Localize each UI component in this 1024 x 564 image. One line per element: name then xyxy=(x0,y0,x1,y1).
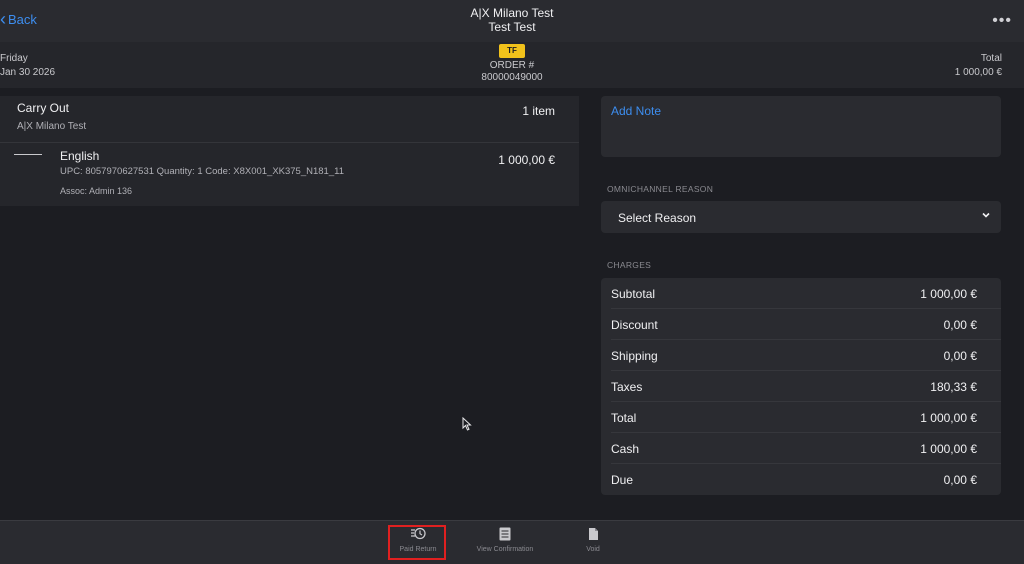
charge-row-total: Total 1 000,00 € xyxy=(601,402,1001,433)
charge-row-due: Due 0,00 € xyxy=(601,464,1001,495)
charge-row-shipping: Shipping 0,00 € xyxy=(601,340,1001,371)
charge-label: Total xyxy=(611,411,637,425)
order-type-badge: TF xyxy=(499,44,525,58)
charge-label: Taxes xyxy=(611,380,643,394)
view-confirmation-label: View Confirmation xyxy=(476,546,534,553)
order-total: Total 1 000,00 € xyxy=(955,52,1002,80)
charge-value: 1 000,00 € xyxy=(920,287,977,301)
order-total-value: 1 000,00 € xyxy=(954,67,1002,78)
note-box[interactable]: Add Note xyxy=(601,96,1001,157)
divider xyxy=(0,142,579,143)
reason-select[interactable]: Select Reason xyxy=(601,201,1001,233)
charge-label: Cash xyxy=(611,442,640,456)
order-date: Friday Jan 30 2026 xyxy=(0,52,55,80)
order-day: Friday xyxy=(0,53,28,64)
order-number: 80000049000 xyxy=(481,72,543,83)
back-label: Back xyxy=(8,11,37,27)
order-number-block: TF ORDER # 80000049000 xyxy=(412,44,612,84)
order-label: ORDER # xyxy=(489,60,535,71)
void-document-icon xyxy=(558,525,628,543)
charge-value: 0,00 € xyxy=(943,318,977,332)
page-title: A|X Milano Test Test Test xyxy=(412,6,612,34)
charge-value: 0,00 € xyxy=(943,349,977,363)
back-button[interactable]: ‹ Back xyxy=(0,10,37,28)
item-associate: Assoc: Admin 136 xyxy=(60,186,133,196)
item-count: 1 item xyxy=(522,104,555,118)
customer-name: Test Test xyxy=(488,20,536,34)
item-name: English xyxy=(60,149,100,163)
item-details: UPC: 8057970627531 Quantity: 1 Code: X8X… xyxy=(60,166,344,177)
chevron-down-icon xyxy=(981,209,991,223)
void-label: Void xyxy=(586,546,600,553)
charge-row-discount: Discount 0,00 € xyxy=(601,309,1001,340)
document-icon xyxy=(470,525,540,543)
charge-label: Discount xyxy=(611,318,658,332)
fulfillment-type: Carry Out xyxy=(17,101,70,115)
more-horizontal-icon[interactable]: ••• xyxy=(992,12,1012,30)
charge-value: 1 000,00 € xyxy=(920,442,977,456)
highlight-box xyxy=(388,525,446,560)
bottom-toolbar: Paid Return View Confirmation Void xyxy=(0,520,1024,564)
mouse-cursor-icon xyxy=(462,416,472,436)
top-navigation-bar: ‹ Back A|X Milano Test Test Test ••• xyxy=(0,0,1024,43)
item-thumbnail-placeholder xyxy=(14,154,42,155)
charge-label: Due xyxy=(611,473,634,487)
omnichannel-reason-label: OMNICHANNEL REASON xyxy=(607,184,714,194)
charge-value: 0,00 € xyxy=(943,473,977,487)
charge-value: 180,33 € xyxy=(930,380,977,394)
charge-label: Shipping xyxy=(611,349,658,363)
order-items-panel: Carry Out A|X Milano Test 1 item English… xyxy=(0,96,579,206)
charges-table: Subtotal 1 000,00 € Discount 0,00 € Ship… xyxy=(601,278,1001,495)
reason-select-value: Select Reason xyxy=(618,211,697,225)
order-date-value: Jan 30 2026 xyxy=(0,67,56,78)
void-button[interactable]: Void xyxy=(558,525,628,553)
store-name: A|X Milano Test xyxy=(470,6,554,20)
view-confirmation-button[interactable]: View Confirmation xyxy=(470,525,540,553)
order-total-label: Total xyxy=(980,53,1002,64)
fulfillment-store: A|X Milano Test xyxy=(17,121,87,132)
charges-label: CHARGES xyxy=(607,260,652,270)
add-note-button[interactable]: Add Note xyxy=(611,104,661,118)
chevron-left-icon: ‹ xyxy=(0,9,6,29)
charge-row-taxes: Taxes 180,33 € xyxy=(601,371,1001,402)
item-price: 1 000,00 € xyxy=(498,153,555,167)
order-info-bar: Friday Jan 30 2026 TF ORDER # 8000004900… xyxy=(0,42,1024,88)
charge-row-subtotal: Subtotal 1 000,00 € xyxy=(601,278,1001,309)
charge-row-cash: Cash 1 000,00 € xyxy=(601,433,1001,464)
charge-label: Subtotal xyxy=(611,287,656,301)
charge-value: 1 000,00 € xyxy=(920,411,977,425)
